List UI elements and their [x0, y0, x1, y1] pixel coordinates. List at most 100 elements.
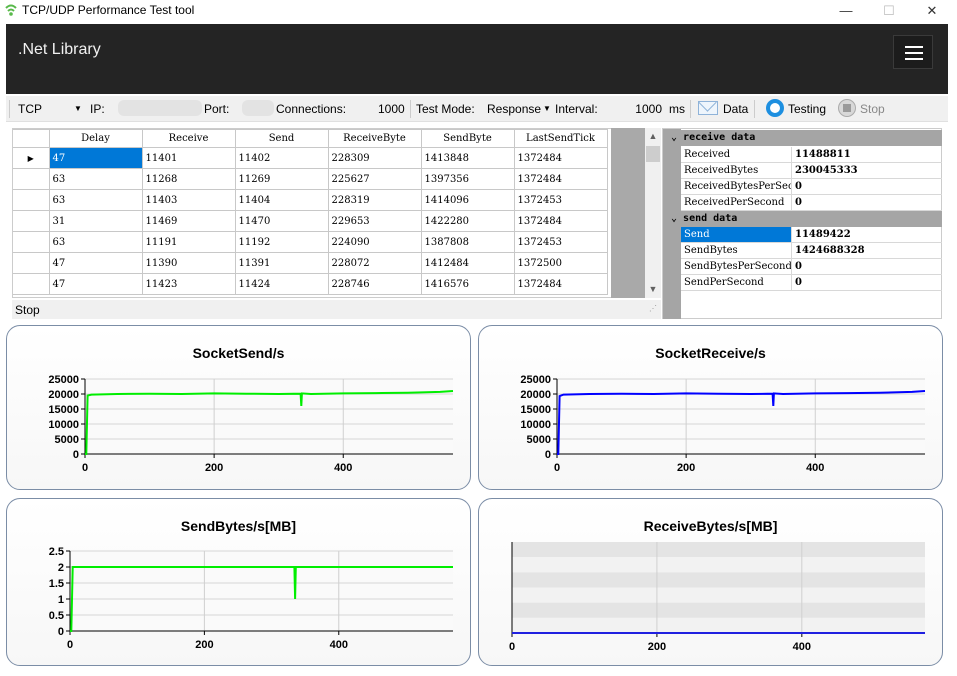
table-cell[interactable]: 47: [48, 273, 143, 295]
table-cell[interactable]: 224090: [327, 231, 422, 253]
property-row[interactable]: ReceivedBytesPerSecond0: [681, 179, 942, 195]
table-cell[interactable]: 11391: [234, 252, 329, 274]
minimize-button[interactable]: —: [826, 0, 866, 22]
table-cell[interactable]: 1397356: [420, 168, 515, 190]
property-row[interactable]: ReceivedPerSecond 0: [681, 195, 942, 211]
category-receive-data[interactable]: ⌄ receive data: [663, 130, 942, 146]
column-header[interactable]: ReceiveByte: [327, 129, 422, 148]
table-cell[interactable]: 1372500: [513, 252, 608, 274]
table-cell[interactable]: 1416576: [420, 273, 515, 295]
ip-input[interactable]: [118, 100, 202, 116]
table-cell[interactable]: 228309: [327, 147, 422, 169]
column-header[interactable]: Delay: [48, 129, 143, 148]
data-button[interactable]: Data: [723, 102, 748, 116]
table-cell[interactable]: 11402: [234, 147, 329, 169]
mail-icon[interactable]: [698, 101, 718, 115]
table-row[interactable]: 63 11403 11404 228319 1414096 1372453: [13, 189, 608, 211]
table-row[interactable]: 47 11390 11391 228072 1412484 1372500: [13, 252, 608, 274]
table-cell[interactable]: 31: [48, 210, 143, 232]
property-row[interactable]: SendPerSecond 0: [681, 275, 942, 291]
table-cell[interactable]: 11269: [234, 168, 329, 190]
testing-button[interactable]: Testing: [788, 102, 826, 116]
table-row[interactable]: 31 11469 11470 229653 1422280 1372484: [13, 210, 608, 232]
table-cell[interactable]: 11268: [141, 168, 236, 190]
maximize-button[interactable]: ☐: [869, 0, 909, 22]
interval-input[interactable]: 1000: [632, 102, 662, 116]
table-cell[interactable]: 47: [48, 252, 143, 274]
table-cell[interactable]: 1372453: [513, 231, 608, 253]
grid-scrollbar[interactable]: ▲ ▼: [645, 128, 661, 298]
chevron-down-icon[interactable]: ▼: [543, 104, 551, 113]
scroll-up-icon[interactable]: ▲: [645, 131, 661, 141]
table-cell[interactable]: 63: [48, 231, 143, 253]
property-grid[interactable]: ⌄ receive data Received 11488811 Received…: [662, 128, 942, 319]
table-cell[interactable]: 11423: [141, 273, 236, 295]
hamburger-menu-button[interactable]: [893, 35, 933, 69]
stop-button[interactable]: Stop: [860, 102, 885, 116]
scroll-down-icon[interactable]: ▼: [645, 284, 661, 294]
chevron-down-icon[interactable]: ⌄: [671, 132, 683, 143]
gear-icon[interactable]: [766, 99, 784, 117]
table-cell[interactable]: 1372484: [513, 210, 608, 232]
table-cell[interactable]: 11192: [234, 231, 329, 253]
property-row[interactable]: Received 11488811: [681, 147, 942, 163]
table-cell[interactable]: 11424: [234, 273, 329, 295]
table-cell[interactable]: 1372453: [513, 189, 608, 211]
row-header[interactable]: [13, 168, 50, 190]
table-cell[interactable]: 11390: [141, 252, 236, 274]
row-header[interactable]: [13, 273, 50, 295]
connections-grid[interactable]: Delay Receive Send ReceiveByte SendByte …: [12, 128, 644, 298]
property-row[interactable]: Send 11489422: [681, 227, 942, 243]
table-cell[interactable]: 11404: [234, 189, 329, 211]
table-cell[interactable]: 228746: [327, 273, 422, 295]
table-cell[interactable]: 11403: [141, 189, 236, 211]
connections-input[interactable]: 1000: [378, 102, 405, 116]
row-header[interactable]: [13, 252, 50, 274]
resize-grip-icon[interactable]: ⋰: [649, 304, 657, 313]
table-cell[interactable]: 11469: [141, 210, 236, 232]
protocol-select[interactable]: TCP: [18, 102, 42, 116]
scroll-thumb[interactable]: [646, 146, 660, 162]
test-mode-select[interactable]: Response: [487, 102, 541, 116]
chevron-down-icon[interactable]: ⌄: [671, 213, 683, 224]
brand-label: .Net Library: [18, 41, 101, 58]
table-cell[interactable]: 1372484: [513, 147, 608, 169]
column-header[interactable]: Send: [234, 129, 329, 148]
table-cell[interactable]: 228072: [327, 252, 422, 274]
table-row[interactable]: 47 11423 11424 228746 1416576 1372484: [13, 273, 608, 295]
category-send-data[interactable]: ⌄ send data: [663, 211, 942, 227]
property-row[interactable]: SendBytes 1424688328: [681, 243, 942, 259]
table-row[interactable]: 63 11268 11269 225627 1397356 1372484: [13, 168, 608, 190]
table-row[interactable]: 63 11191 11192 224090 1387808 1372453: [13, 231, 608, 253]
column-header[interactable]: SendByte: [420, 129, 515, 148]
row-header[interactable]: [13, 189, 50, 211]
row-header[interactable]: [13, 210, 50, 232]
table-cell[interactable]: 1412484: [420, 252, 515, 274]
table-cell[interactable]: 63: [48, 189, 143, 211]
stop-icon[interactable]: [838, 99, 856, 117]
chevron-down-icon[interactable]: ▼: [74, 104, 82, 113]
table-cell[interactable]: 1372484: [513, 273, 608, 295]
port-input[interactable]: [242, 100, 274, 116]
column-header[interactable]: Receive: [141, 129, 236, 148]
close-button[interactable]: ✕: [912, 0, 952, 22]
property-row[interactable]: ReceivedBytes 230045333: [681, 163, 942, 179]
table-cell[interactable]: 11470: [234, 210, 329, 232]
table-cell[interactable]: 11401: [141, 147, 236, 169]
table-cell[interactable]: 1387808: [420, 231, 515, 253]
table-cell[interactable]: 1372484: [513, 168, 608, 190]
current-row-arrow-icon[interactable]: ▶: [13, 147, 50, 169]
table-cell[interactable]: 225627: [327, 168, 422, 190]
column-header[interactable]: LastSendTick: [513, 129, 608, 148]
row-header[interactable]: [13, 231, 50, 253]
table-cell[interactable]: 1422280: [420, 210, 515, 232]
table-cell[interactable]: 47: [48, 147, 143, 169]
table-cell[interactable]: 1414096: [420, 189, 515, 211]
table-cell[interactable]: 63: [48, 168, 143, 190]
property-row[interactable]: SendBytesPerSecond 0: [681, 259, 942, 275]
table-cell[interactable]: 229653: [327, 210, 422, 232]
table-cell[interactable]: 1413848: [420, 147, 515, 169]
table-cell[interactable]: 228319: [327, 189, 422, 211]
table-cell[interactable]: 11191: [141, 231, 236, 253]
table-row[interactable]: ▶ 47 11401 11402 228309 1413848 1372484: [13, 147, 608, 169]
